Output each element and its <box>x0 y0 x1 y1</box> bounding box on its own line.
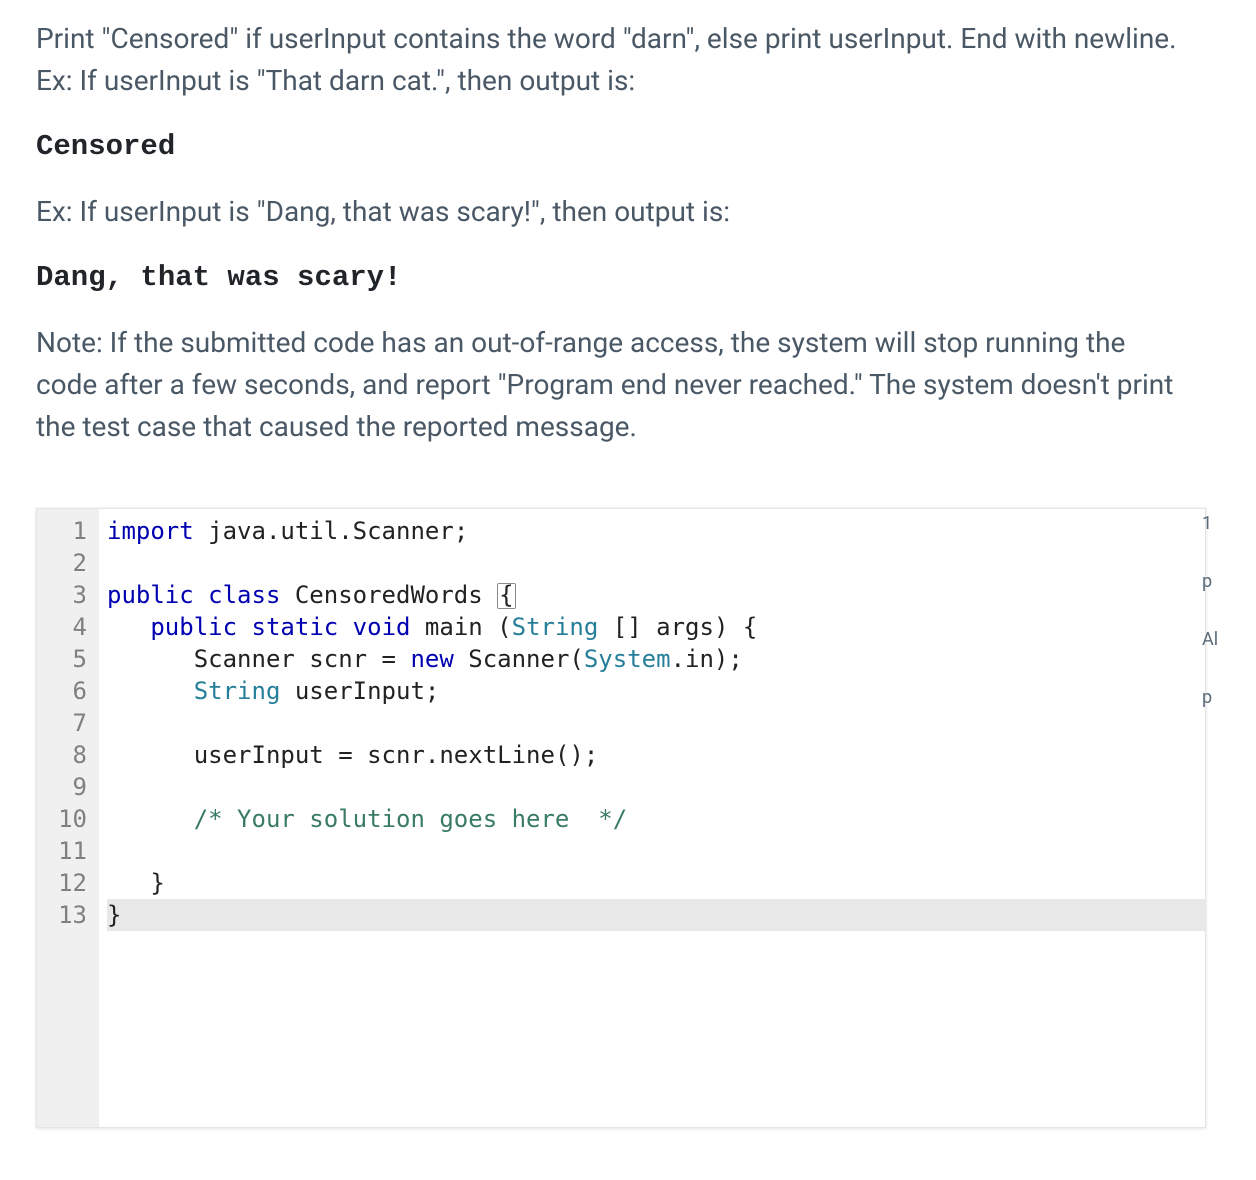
line-number: 3 <box>37 579 91 611</box>
code-line[interactable]: String userInput; <box>107 675 1205 707</box>
code-line[interactable]: } <box>107 867 1205 899</box>
line-number: 7 <box>37 707 91 739</box>
code-line[interactable]: userInput = scnr.nextLine(); <box>107 739 1205 771</box>
line-number: 5 <box>37 643 91 675</box>
line-number: 8 <box>37 739 91 771</box>
line-number: 1 <box>37 515 91 547</box>
code-line[interactable]: /* Your solution goes here */ <box>107 803 1205 835</box>
code-line[interactable]: public static void main (String [] args)… <box>107 611 1205 643</box>
cropped-fragment: 1 <box>1202 510 1220 538</box>
code-line[interactable] <box>107 707 1205 739</box>
line-number: 6 <box>37 675 91 707</box>
cropped-right-edge: 1 p Al p <box>1202 510 1220 742</box>
line-number: 2 <box>37 547 91 579</box>
example2-prompt: Ex: If userInput is "Dang, that was scar… <box>36 191 1184 233</box>
code-line[interactable] <box>107 771 1205 803</box>
line-number: 9 <box>37 771 91 803</box>
code-line[interactable]: import java.util.Scanner; <box>107 515 1205 547</box>
code-line[interactable]: } <box>107 899 1205 931</box>
code-line[interactable]: Scanner scnr = new Scanner(System.in); <box>107 643 1205 675</box>
cropped-fragment: p <box>1202 684 1220 712</box>
problem-note: Note: If the submitted code has an out-o… <box>36 322 1184 448</box>
example1-output: Censored <box>36 130 1184 163</box>
line-number: 4 <box>37 611 91 643</box>
cropped-fragment: p <box>1202 568 1220 596</box>
line-number: 10 <box>37 803 91 835</box>
code-editor[interactable]: 12345678910111213 import java.util.Scann… <box>36 508 1206 1128</box>
problem-page: Print "Censored" if userInput contains t… <box>0 0 1220 1128</box>
line-number-gutter: 12345678910111213 <box>37 509 99 1127</box>
example2-output: Dang, that was scary! <box>36 261 1184 294</box>
line-number: 13 <box>37 899 91 931</box>
line-number: 11 <box>37 835 91 867</box>
cropped-fragment: Al <box>1202 626 1220 654</box>
code-line[interactable] <box>107 547 1205 579</box>
line-number: 12 <box>37 867 91 899</box>
code-area[interactable]: import java.util.Scanner; public class Ce… <box>99 509 1205 1127</box>
problem-intro: Print "Censored" if userInput contains t… <box>36 18 1184 102</box>
code-line[interactable]: public class CensoredWords { <box>107 579 1205 611</box>
code-line[interactable] <box>107 835 1205 867</box>
